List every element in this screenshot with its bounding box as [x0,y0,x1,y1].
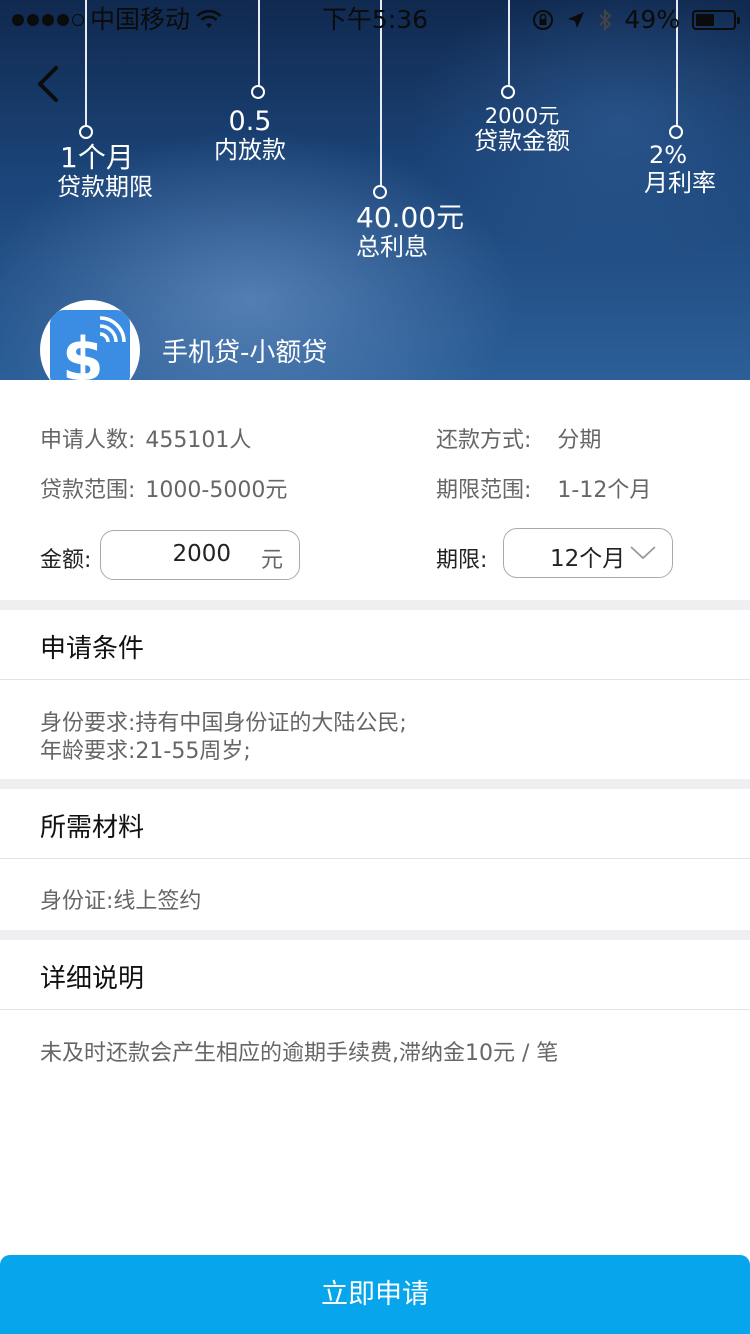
stat-value: 2000元 [484,104,560,128]
chevron-down-icon [630,546,656,560]
details-header: 详细说明 [0,940,750,1010]
hang-dot-amount [501,85,515,99]
orientation-lock-icon [533,10,554,30]
amount-unit: 元 [260,548,283,573]
stat-label: 贷款期限 [57,173,153,202]
section-divider [0,930,750,940]
term-range-row: 期限范围: 1-12个月 [436,472,651,504]
stat-value: 40.00元 [356,201,465,234]
materials-body: 身份证:线上签约 [0,859,750,930]
conditions-title: 申请条件 [40,634,145,664]
conditions-header: 申请条件 [0,610,750,680]
materials-header: 所需材料 [0,789,750,859]
stat-total-interest: 40.00元 总利息 [356,201,486,262]
conditions-body: 身份要求:持有中国身份证的大陆公民; 年龄要求:21-55周岁; [0,680,750,779]
bluetooth-icon [599,8,612,32]
battery-percent: 49% [624,5,680,34]
stat-label: 月利率 [644,168,716,197]
stat-value: 0.5 [228,106,272,137]
range-label: 贷款范围: [40,478,136,503]
repayment-value: 分期 [557,428,602,453]
details-body: 未及时还款会产生相应的逾期手续费,滞纳金10元 / 笔 [0,1010,750,1255]
amount-input[interactable]: 2000 元 [100,530,300,580]
loan-hero-banner: 1个月 贷款期限 0.5 内放款 40.00元 总利息 2000元 贷款金额 2… [0,0,750,380]
stat-loan-amount: 2000元 贷款金额 [462,104,582,156]
battery-icon [692,10,740,30]
term-select[interactable]: 12个月 [503,528,673,578]
hang-dot-rate [669,125,683,139]
apply-now-button[interactable]: 立即申请 [0,1255,750,1334]
repayment-label: 还款方式: [436,428,532,453]
stat-label: 总利息 [356,233,428,262]
term-value: 12个月 [550,546,626,572]
battery-fill [696,14,714,26]
location-arrow-icon [568,12,585,28]
status-right: 49% [532,0,740,40]
amount-value: 2000 [172,541,231,567]
range-row: 贷款范围: 1000-5000元 [40,472,287,504]
repayment-row: 还款方式: 分期 [436,422,601,454]
section-divider [0,779,750,789]
product-logo: $ [40,300,140,380]
stat-label: 贷款金额 [474,127,570,156]
stat-disbursement: 0.5 内放款 [190,106,310,165]
product-name: 手机贷-小额贷 [162,338,328,368]
term-label: 期限: [436,548,488,573]
applicants-label: 申请人数: [40,428,136,453]
applicants-value: 455101人 [145,428,252,453]
dollar-nfc-icon: $ [50,310,130,380]
details-line: 未及时还款会产生相应的逾期手续费,滞纳金10元 / 笔 [40,1041,559,1066]
materials-title: 所需材料 [40,813,145,843]
details-title: 详细说明 [40,964,145,994]
stat-label: 内放款 [214,136,286,165]
stat-monthly-rate: 2% 月利率 [630,141,730,197]
term-range-label: 期限范围: [436,478,532,503]
hang-dot-disburse [251,85,265,99]
stat-value: 2% [648,141,688,169]
status-bar: 中国移动 下午5:36 49% [0,0,750,40]
applicants-row: 申请人数: 455101人 [40,422,251,454]
svg-text:$: $ [62,325,104,380]
term-range-value: 1-12个月 [557,478,652,503]
amount-label: 金额: [40,548,92,573]
stat-loan-term: 1个月 贷款期限 [40,141,176,202]
hang-dot-term [79,125,93,139]
section-divider [0,600,750,610]
materials-line: 身份证:线上签约 [40,889,202,914]
loan-info-panel: 申请人数: 455101人 还款方式: 分期 贷款范围: 1000-5000元 期限范… [0,380,750,600]
chevron-left-icon[interactable] [30,64,70,104]
conditions-line: 年龄要求:21-55周岁; [40,739,251,764]
hang-dot-interest [373,185,387,199]
stat-value: 1个月 [60,141,134,174]
range-value: 1000-5000元 [145,478,288,503]
